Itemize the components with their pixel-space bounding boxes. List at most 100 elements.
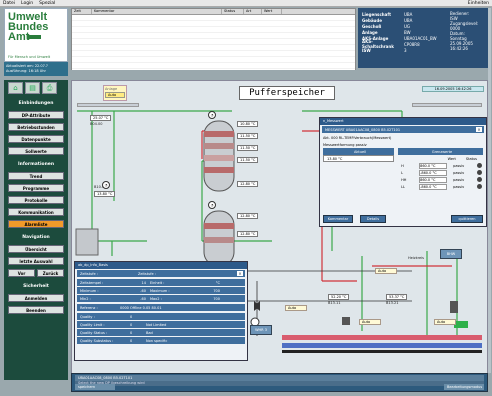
time-stage-1: Zeitstufe : bbox=[80, 271, 98, 276]
tank-temperature[interactable]: 11.50 °C bbox=[237, 145, 259, 151]
sidebar-button--bersicht[interactable]: Übersicht bbox=[8, 245, 64, 253]
tank-temperature[interactable]: 12.80 °C bbox=[237, 181, 259, 187]
col-wert[interactable]: Wert bbox=[262, 9, 282, 14]
tank-temperature[interactable]: 12.80 °C bbox=[237, 231, 259, 237]
close-icon[interactable]: × bbox=[237, 271, 243, 276]
quality-row: Quality Status : 0 Bad bbox=[77, 329, 245, 336]
status-description[interactable]: Select the new DP (beschreibung wird bbox=[75, 381, 484, 386]
tank-temperature[interactable]: 11.50 °C bbox=[237, 157, 259, 163]
quality-key: Quality Status : bbox=[80, 330, 108, 335]
comment-button[interactable]: Kommentar bbox=[323, 215, 353, 223]
edit-mode-button[interactable]: Bearbeitungsmodus bbox=[444, 384, 484, 390]
gauge-icon[interactable]: ◔ bbox=[208, 111, 216, 119]
acknowledge-button[interactable]: quittieren bbox=[451, 215, 483, 223]
actuator-1[interactable] bbox=[342, 317, 350, 325]
measurement-dialog: n_Messwert MESSWERT UBA01AAC08_0800 B5.0… bbox=[319, 117, 487, 227]
home-icon[interactable]: ⌂ bbox=[8, 82, 23, 94]
save-button[interactable]: speichern bbox=[75, 384, 115, 390]
uba-logo: Umwelt Bundes Amt Für Mensch und Umwelt bbox=[4, 8, 68, 62]
dp-info-titlebar[interactable]: ab_dp_Info_Basis bbox=[75, 262, 247, 269]
plant-mode-value[interactable]: Auto bbox=[105, 92, 125, 98]
info-key: ISW bbox=[362, 47, 371, 53]
plant-mode-box[interactable]: Anlage Auto bbox=[103, 85, 127, 101]
col-status[interactable]: Status bbox=[222, 9, 244, 14]
auto-mode-3[interactable]: Auto bbox=[359, 319, 381, 325]
details-button[interactable]: Details bbox=[360, 215, 386, 223]
alarm-table[interactable]: Zeit Kommentar Status Art Wert bbox=[71, 8, 356, 70]
folder-icon[interactable]: ▤ bbox=[25, 82, 40, 94]
sidebar-button-alarmliste[interactable]: Alarmliste bbox=[8, 220, 64, 228]
limit-status: passiv bbox=[453, 170, 465, 175]
tank-temperature[interactable]: 10.80 °C bbox=[237, 121, 259, 127]
menu-datei[interactable]: Datei bbox=[3, 1, 15, 6]
reference-row: Referenz : 0000 Offline 0.05 80.01 bbox=[77, 304, 245, 311]
quality-row: Quality Limit : 0 Not Limited bbox=[77, 321, 245, 328]
limit-key: L bbox=[401, 170, 404, 175]
menu-einheiten[interactable]: Einheiten bbox=[468, 1, 489, 6]
datetime-display: 16.09.2005 16:42:26 bbox=[422, 86, 484, 92]
auto-mode-4[interactable]: Auto bbox=[434, 319, 456, 325]
limit-key: H bbox=[401, 163, 404, 168]
sidebar-button-trend[interactable]: Trend bbox=[8, 172, 64, 180]
sidebar: ⌂ ▤ ⎙ Einbindungen DP-Attribute Betriebsst… bbox=[4, 80, 68, 380]
tank-temperature[interactable]: 12.80 °C bbox=[237, 213, 259, 219]
toggle-icon[interactable] bbox=[477, 177, 483, 182]
pump-green[interactable] bbox=[454, 321, 468, 328]
sidebar-button-kommunikation[interactable]: Kommunikation bbox=[8, 208, 64, 216]
execution-time: Ausführung: 16:18 Uhr bbox=[6, 69, 46, 73]
process-diagram: Anlage Auto Pufferspeicher 16.09.2005 16… bbox=[71, 80, 488, 380]
right-value-1[interactable]: 52.20 °C bbox=[328, 294, 350, 300]
info-key: Geschoß bbox=[362, 23, 382, 29]
gauge-icon[interactable]: ◔ bbox=[208, 201, 216, 209]
menu-bar: Datei Login Spezial Einheiten bbox=[0, 0, 492, 7]
info-key: Gebäude bbox=[362, 17, 382, 23]
auto-mode-1[interactable]: Auto bbox=[375, 268, 397, 274]
quality-value: 0 bbox=[130, 330, 133, 335]
col-kommentar[interactable]: Kommentar bbox=[92, 9, 222, 14]
back-button[interactable]: Zurück bbox=[37, 269, 64, 277]
toggle-icon[interactable] bbox=[477, 170, 483, 175]
sensor-value-2[interactable]: 13.80 °C bbox=[94, 191, 116, 197]
actuator-2[interactable] bbox=[450, 301, 458, 313]
sidebar-button-protokolle[interactable]: Protokolle bbox=[8, 196, 64, 204]
col-zeit[interactable]: Zeit bbox=[72, 9, 92, 14]
toggle-icon[interactable] bbox=[477, 163, 483, 168]
sidebar-button-beenden[interactable]: Beenden bbox=[8, 306, 64, 314]
sidebar-button-dp-attribute[interactable]: DP-Attribute bbox=[8, 111, 64, 119]
sidebar-button-anmelden[interactable]: Anmelden bbox=[8, 294, 64, 302]
limit-row: HH 860.0 °C passiv bbox=[398, 176, 483, 183]
sidebar-button-datenpunkte[interactable]: Datenpunkte bbox=[8, 135, 64, 143]
sidebar-heading: Navigation bbox=[22, 235, 50, 240]
alarm-table-rows[interactable] bbox=[72, 15, 355, 70]
sidebar-button-sollwerte[interactable]: Sollwerte bbox=[8, 147, 64, 155]
close-icon[interactable]: × bbox=[476, 127, 482, 132]
buffer-tank-upper bbox=[203, 120, 235, 192]
status-bar: UBA01AAC08_0800 B5.02T101 Select the new… bbox=[71, 373, 488, 392]
quality-value: 0 bbox=[130, 322, 133, 327]
sidebar-button-letzte-auswahl[interactable]: letzte Auswahl bbox=[8, 257, 64, 265]
col-art[interactable]: Art bbox=[244, 9, 262, 14]
sidebar-button-betriebsstunden[interactable]: Betriebsstunden bbox=[8, 123, 64, 131]
sidebar-heading: Einbindungen bbox=[18, 101, 54, 106]
forward-button[interactable]: Vor bbox=[8, 269, 35, 277]
bhw-button[interactable]: BHW bbox=[440, 249, 462, 259]
attr-value: -60 bbox=[140, 288, 146, 293]
measurement-dialog-titlebar[interactable]: n_Messwert bbox=[320, 118, 486, 125]
sensor-value-1[interactable]: 25.07 °C bbox=[90, 115, 112, 121]
right-value-2[interactable]: 53.37 °C bbox=[386, 294, 408, 300]
menu-spezial[interactable]: Spezial bbox=[39, 1, 55, 6]
whr-button[interactable]: WHR 3 bbox=[250, 325, 272, 335]
operator-info-line: 16:42:26 bbox=[450, 46, 468, 51]
print-icon[interactable]: ⎙ bbox=[42, 82, 57, 94]
menu-login[interactable]: Login bbox=[21, 1, 33, 6]
auto-mode-2[interactable]: Auto bbox=[285, 305, 307, 311]
toggle-icon[interactable] bbox=[477, 184, 483, 189]
sidebar-button-programme[interactable]: Programme bbox=[8, 184, 64, 192]
limit-value: -860.0 °C bbox=[419, 169, 448, 176]
scrollbar[interactable] bbox=[488, 8, 491, 373]
gauge-icon[interactable]: ◔ bbox=[102, 181, 110, 189]
measurement-dialog-title: n_Messwert bbox=[323, 119, 344, 123]
quality-text: Non specific bbox=[146, 338, 168, 343]
measurement-id-row: MESSWERT UBA01AAC08_0800 B5.02T101 × bbox=[322, 126, 484, 133]
tank-temperature[interactable]: 11.50 °C bbox=[237, 133, 259, 139]
